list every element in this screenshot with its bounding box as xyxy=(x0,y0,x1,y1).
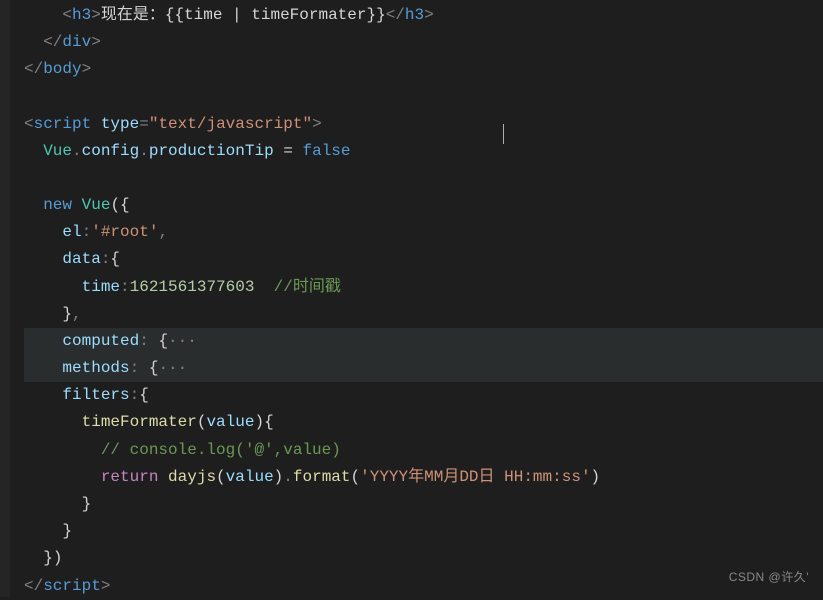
code-line: computed: {··· xyxy=(24,328,823,355)
code-line: <script type="text/javascript"> xyxy=(24,111,823,138)
code-line: el:'#root', xyxy=(24,219,823,246)
code-line: }) xyxy=(24,545,823,572)
code-line: Vue.config.productionTip = false xyxy=(24,138,823,165)
code-editor[interactable]: <h3>现在是：{{time | timeFormater}}</h3> </d… xyxy=(0,0,823,600)
code-line: <h3>现在是：{{time | timeFormater}}</h3> xyxy=(24,2,823,29)
code-line: </body> xyxy=(24,56,823,83)
code-line: time:1621561377603 //时间戳 xyxy=(24,274,823,301)
code-line: } xyxy=(24,518,823,545)
text-cursor xyxy=(503,124,504,144)
code-line: </div> xyxy=(24,29,823,56)
fold-icon: ··· xyxy=(158,359,187,377)
code-line: timeFormater(value){ xyxy=(24,409,823,436)
code-line: // console.log('@',value) xyxy=(24,437,823,464)
watermark: CSDN @许久' xyxy=(729,567,809,587)
code-line: return dayjs(value).format('YYYY年MM月DD日 … xyxy=(24,464,823,491)
code-line: methods: {··· xyxy=(24,355,823,382)
code-line: new Vue({ xyxy=(24,192,823,219)
fold-icon: ··· xyxy=(168,332,197,350)
code-line: } xyxy=(24,491,823,518)
code-line: filters:{ xyxy=(24,382,823,409)
code-line: data:{ xyxy=(24,246,823,273)
code-line: }, xyxy=(24,301,823,328)
code-line: </script> xyxy=(24,573,823,600)
